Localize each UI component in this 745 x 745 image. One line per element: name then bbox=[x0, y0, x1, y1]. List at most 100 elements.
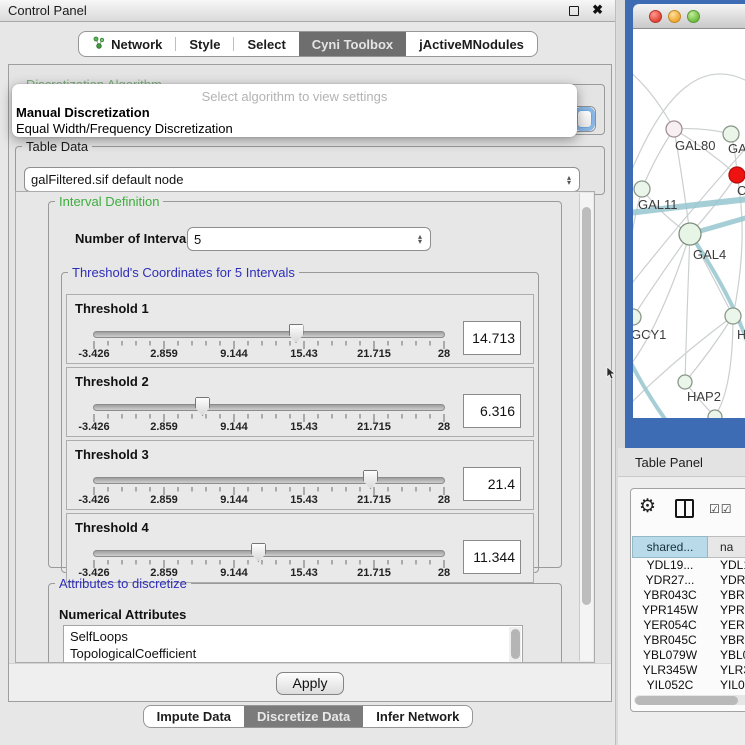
node-label: GAL4 bbox=[693, 247, 726, 262]
threshold-3-slider-track[interactable] bbox=[93, 477, 445, 484]
cell: YDR2 bbox=[708, 573, 745, 588]
table-row[interactable]: YBR045CYBR0 bbox=[632, 633, 745, 648]
tick-label: 28 bbox=[438, 348, 450, 360]
column-header-name[interactable]: na bbox=[708, 536, 745, 558]
apply-button[interactable]: Apply bbox=[276, 672, 344, 695]
threshold-1-row: Threshold 1 -3.4262.8599.14415.4321.7152… bbox=[66, 294, 534, 364]
tick-label: 9.144 bbox=[220, 348, 248, 360]
cell: YBR043C bbox=[632, 588, 708, 603]
zoom-traffic-light-icon[interactable] bbox=[687, 10, 700, 23]
cell: YPR1 bbox=[708, 603, 745, 618]
numerical-attributes-label: Numerical Attributes bbox=[59, 607, 186, 622]
threshold-1-tick-labels: -3.4262.8599.14415.4321.71528 bbox=[93, 348, 445, 360]
tick-label: 2.859 bbox=[150, 421, 178, 433]
network-node[interactable] bbox=[725, 308, 741, 324]
tab-cyni-toolbox[interactable]: Cyni Toolbox bbox=[299, 32, 406, 56]
table-panel-title: Table Panel bbox=[635, 455, 703, 470]
tick-label: 28 bbox=[438, 494, 450, 506]
minimize-traffic-light-icon[interactable] bbox=[668, 10, 681, 23]
table-horizontal-scrollbar[interactable] bbox=[634, 695, 745, 705]
cell: YDL1 bbox=[708, 558, 745, 573]
tab-infer-network-label: Infer Network bbox=[376, 709, 459, 724]
window-title: Control Panel bbox=[8, 3, 87, 18]
gear-icon[interactable]: ⚙ bbox=[639, 495, 656, 518]
node-table-container: ⚙ ☑☑ shared... na YDL19...YDL1 YDR27...Y… bbox=[630, 488, 745, 712]
column-header-shared-name[interactable]: shared... bbox=[632, 536, 708, 558]
network-icon bbox=[92, 36, 105, 53]
tick-label: 15.43 bbox=[290, 421, 318, 433]
cell: YBL0 bbox=[708, 648, 745, 663]
threshold-1-label: Threshold 1 bbox=[75, 301, 149, 316]
number-of-intervals-combobox[interactable]: 5 ▴▾ bbox=[187, 227, 431, 251]
number-of-intervals-value: 5 bbox=[194, 232, 201, 247]
threshold-4-value-field[interactable]: 11.344 bbox=[463, 540, 521, 574]
network-node[interactable] bbox=[729, 167, 745, 183]
table-row[interactable]: YER054CYER0 bbox=[632, 618, 745, 633]
tab-style[interactable]: Style bbox=[176, 32, 233, 56]
float-window-icon[interactable] bbox=[569, 6, 579, 16]
network-node[interactable] bbox=[634, 181, 650, 197]
combobox-arrow-button[interactable] bbox=[577, 110, 592, 128]
tab-infer-network[interactable]: Infer Network bbox=[363, 706, 472, 727]
select-columns-icon[interactable]: ☑☑ bbox=[709, 502, 733, 516]
attributes-group: Attributes to discretize Numerical Attri… bbox=[48, 576, 562, 663]
table-row[interactable]: YDR27...YDR2 bbox=[632, 573, 745, 588]
node-label: HAP2 bbox=[687, 389, 721, 404]
network-node[interactable] bbox=[678, 375, 692, 389]
threshold-2-slider-track[interactable] bbox=[93, 404, 445, 411]
close-traffic-light-icon[interactable] bbox=[649, 10, 662, 23]
network-node[interactable] bbox=[723, 126, 739, 142]
interval-definition-group: Interval Definition Number of Intervals … bbox=[48, 194, 562, 568]
table-data-combobox[interactable]: galFiltered.sif default node ▴▾ bbox=[24, 167, 580, 192]
network-node[interactable] bbox=[633, 309, 641, 325]
table-header-row: shared... na bbox=[632, 536, 745, 558]
popup-option-equal-width[interactable]: Equal Width/Frequency Discretization bbox=[16, 121, 233, 136]
tab-network[interactable]: Network bbox=[79, 32, 175, 56]
table-panel-titlebar[interactable]: Table Panel bbox=[618, 448, 745, 477]
list-item[interactable]: TopologicalCoefficient bbox=[64, 645, 522, 662]
node-label: C bbox=[737, 183, 745, 198]
column-layout-icon[interactable] bbox=[675, 499, 694, 518]
network-node[interactable] bbox=[666, 121, 682, 137]
cell: YIL052C bbox=[632, 678, 708, 690]
cell: YLR345W bbox=[632, 663, 708, 678]
popup-hint: Select algorithm to view settings bbox=[12, 89, 577, 104]
threshold-1-value-field[interactable]: 14.713 bbox=[463, 321, 521, 355]
table-data-group: Table Data galFiltered.sif default node … bbox=[15, 139, 605, 195]
table-row[interactable]: YBL079WYBL0 bbox=[632, 648, 745, 663]
tick-label: 21.715 bbox=[357, 421, 391, 433]
table-row[interactable]: YPR145WYPR1 bbox=[632, 603, 745, 618]
tab-network-label: Network bbox=[111, 37, 162, 52]
popup-option-manual-discretization[interactable]: Manual Discretization bbox=[16, 105, 150, 120]
threshold-4-row: Threshold 4 -3.4262.8599.14415.4321.7152… bbox=[66, 513, 534, 583]
list-scrollbar[interactable] bbox=[509, 627, 521, 663]
threshold-2-value-field[interactable]: 6.316 bbox=[463, 394, 521, 428]
panel-scrollbar[interactable] bbox=[579, 193, 593, 661]
table-row[interactable]: YBR043CYBR0 bbox=[632, 588, 745, 603]
tab-discretize-data[interactable]: Discretize Data bbox=[244, 706, 363, 727]
close-icon[interactable]: ✖ bbox=[592, 2, 603, 18]
tick-label: -3.426 bbox=[78, 494, 109, 506]
window-titlebar[interactable]: Control Panel ✖ bbox=[0, 0, 615, 22]
threshold-3-value-field[interactable]: 21.4 bbox=[463, 467, 521, 501]
list-item[interactable]: SelfLoops bbox=[64, 628, 522, 645]
tick-label: -3.426 bbox=[78, 348, 109, 360]
tab-impute-data[interactable]: Impute Data bbox=[144, 706, 244, 727]
network-canvas[interactable]: GAL80GACGAL11GAL4GCY1HHAP2 bbox=[633, 29, 745, 418]
tab-group: Network Style Select Cyni Toolbox jActiv… bbox=[78, 31, 538, 57]
network-node[interactable] bbox=[679, 223, 701, 245]
network-view-window: GAL80GACGAL11GAL4GCY1HHAP2 bbox=[625, 0, 745, 448]
tab-jactivemnodules[interactable]: jActiveMNodules bbox=[406, 32, 537, 56]
node-label: GA bbox=[728, 141, 745, 156]
table-row[interactable]: YLR345WYLR3 bbox=[632, 663, 745, 678]
table-row[interactable]: YIL052CYIL0 bbox=[632, 678, 745, 690]
table-row[interactable]: YDL19...YDL1 bbox=[632, 558, 745, 573]
threshold-1-slider-track[interactable] bbox=[93, 331, 445, 338]
tab-impute-data-label: Impute Data bbox=[157, 709, 231, 724]
network-window-titlebar[interactable] bbox=[633, 4, 745, 29]
number-of-intervals-label: Number of Intervals bbox=[75, 231, 197, 246]
network-node[interactable] bbox=[708, 410, 722, 418]
threshold-4-slider-track[interactable] bbox=[93, 550, 445, 557]
tab-select[interactable]: Select bbox=[234, 32, 298, 56]
attributes-list[interactable]: SelfLoops TopologicalCoefficient Between… bbox=[63, 625, 523, 663]
